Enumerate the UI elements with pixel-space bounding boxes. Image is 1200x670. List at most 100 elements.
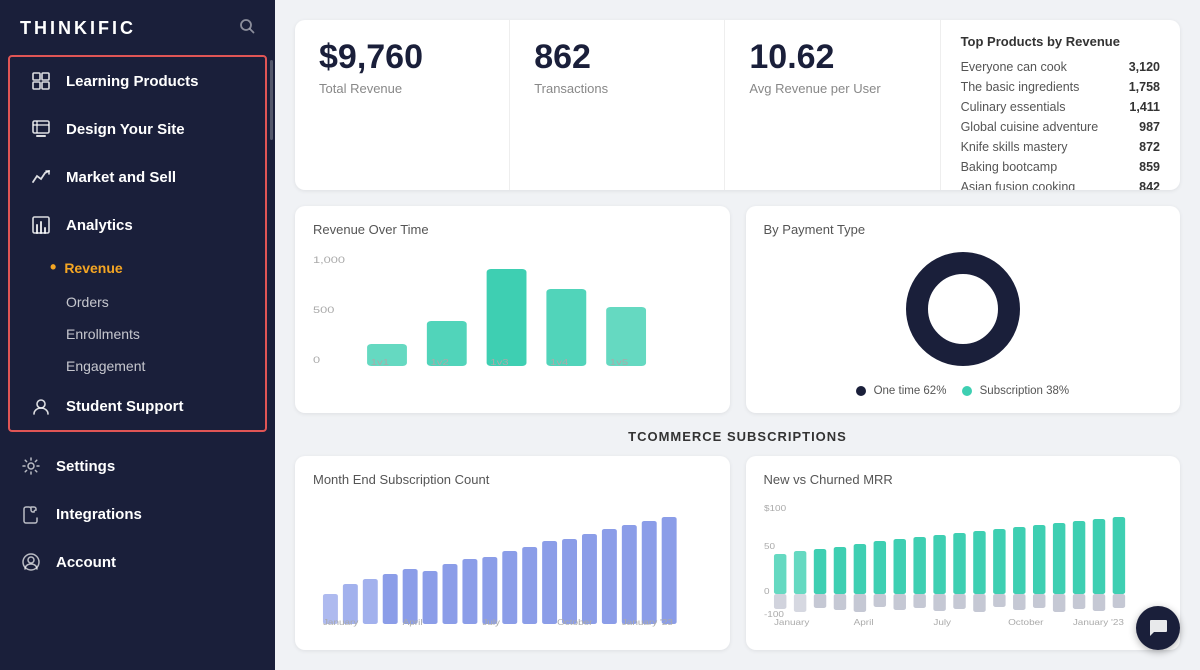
product-value: 987 — [1139, 120, 1160, 134]
product-list: Everyone can cook 3,120 The basic ingredie… — [961, 57, 1160, 190]
payment-type-title: By Payment Type — [764, 222, 1163, 237]
design-icon — [30, 118, 52, 140]
stats-row: $9,760 Total Revenue 862 Transactions 10… — [295, 20, 1180, 190]
revenue-bar-chart: 1,000 500 0 1v1 1v2 1v3 1v4 1v5 — [313, 249, 712, 369]
svg-text:0: 0 — [764, 587, 770, 596]
sidebar-item-label: Student Support — [66, 398, 183, 415]
product-row: Culinary essentials 1,411 — [961, 97, 1160, 117]
avg-revenue-label: Avg Revenue per User — [749, 81, 915, 96]
transactions-label: Transactions — [534, 81, 700, 96]
product-name: Knife skills mastery — [961, 140, 1068, 154]
charts-row-1: Revenue Over Time 1,000 500 0 1v1 1v2 — [295, 206, 1180, 413]
selected-nav-section: Learning Products Design Your Site — [8, 55, 267, 432]
sidebar-item-label: Analytics — [66, 217, 133, 234]
product-row: Everyone can cook 3,120 — [961, 57, 1160, 77]
main-content: $9,760 Total Revenue 862 Transactions 10… — [275, 0, 1200, 670]
revenue-over-time-card: Revenue Over Time 1,000 500 0 1v1 1v2 — [295, 206, 730, 413]
sub-item-label: Enrollments — [66, 326, 140, 342]
total-revenue-label: Total Revenue — [319, 81, 485, 96]
svg-text:1v4: 1v4 — [550, 358, 569, 367]
sidebar-item-design-your-site[interactable]: Design Your Site — [10, 105, 265, 153]
svg-text:January: January — [773, 618, 809, 627]
product-row: The basic ingredients 1,758 — [961, 77, 1160, 97]
puzzle-icon — [20, 503, 42, 525]
sidebar-item-label: Account — [56, 554, 116, 571]
sidebar-nav: Learning Products Design Your Site — [0, 51, 275, 670]
product-name: The basic ingredients — [961, 80, 1080, 94]
sidebar-item-label: Integrations — [56, 506, 142, 523]
product-name: Baking bootcamp — [961, 160, 1058, 174]
svg-text:April: April — [403, 618, 423, 627]
sub-item-label: Revenue — [64, 260, 122, 276]
transactions-value: 862 — [534, 38, 700, 77]
sidebar-item-account[interactable]: Account — [0, 538, 275, 586]
donut-chart: One time 62% Subscription 38% — [764, 249, 1163, 397]
tcommerce-title: TCOMMERCE SUBSCRIPTIONS — [295, 429, 1180, 444]
top-products-panel: Top Products by Revenue Everyone can coo… — [941, 20, 1180, 190]
svg-text:1v5: 1v5 — [610, 358, 629, 367]
sidebar: THINKIFIC Learning Prod — [0, 0, 275, 670]
mrr-title: New vs Churned MRR — [764, 472, 1163, 487]
product-name: Culinary essentials — [961, 100, 1066, 114]
product-value: 872 — [1139, 140, 1160, 154]
svg-text:April: April — [853, 618, 873, 627]
learning-products-icon — [30, 70, 52, 92]
sidebar-item-label: Market and Sell — [66, 169, 176, 186]
user-circle-icon — [20, 551, 42, 573]
total-revenue-value: $9,760 — [319, 38, 485, 77]
sidebar-subitem-engagement[interactable]: Engagement — [10, 350, 265, 382]
svg-text:50: 50 — [764, 542, 775, 551]
sidebar-subitem-revenue[interactable]: Revenue — [10, 249, 265, 286]
logo: THINKIFIC — [0, 0, 275, 51]
tcommerce-section: TCOMMERCE SUBSCRIPTIONS Month End Subscr… — [295, 429, 1180, 650]
product-value: 3,120 — [1129, 60, 1160, 74]
search-icon[interactable] — [239, 18, 255, 39]
revenue-over-time-title: Revenue Over Time — [313, 222, 712, 237]
sidebar-item-market-and-sell[interactable]: Market and Sell — [10, 153, 265, 201]
sidebar-item-learning-products[interactable]: Learning Products — [10, 57, 265, 105]
product-row: Global cuisine adventure 987 — [961, 117, 1160, 137]
chat-button[interactable] — [1136, 606, 1180, 650]
support-icon — [30, 395, 52, 417]
svg-text:January '23: January '23 — [1072, 618, 1123, 627]
product-value: 859 — [1139, 160, 1160, 174]
sidebar-subitem-orders[interactable]: Orders — [10, 286, 265, 318]
product-row: Baking bootcamp 859 — [961, 157, 1160, 177]
product-value: 1,411 — [1129, 100, 1160, 114]
one-time-legend: One time 62% — [856, 385, 946, 397]
top-products-title: Top Products by Revenue — [961, 34, 1160, 49]
legend-label: Subscription 38% — [980, 385, 1070, 397]
svg-text:1,000: 1,000 — [313, 256, 345, 266]
sub-item-label: Orders — [66, 294, 109, 310]
svg-text:July: July — [482, 618, 500, 627]
legend-label: One time 62% — [874, 385, 947, 397]
product-row: Knife skills mastery 872 — [961, 137, 1160, 157]
sidebar-item-student-support[interactable]: Student Support — [10, 382, 265, 430]
svg-text:0: 0 — [313, 356, 320, 366]
svg-text:500: 500 — [313, 306, 334, 316]
product-value: 842 — [1139, 180, 1160, 190]
product-row: Asian fusion cooking 842 — [961, 177, 1160, 190]
tcommerce-charts: Month End Subscription Count — [295, 456, 1180, 650]
svg-text:1v3: 1v3 — [490, 358, 509, 367]
sidebar-item-integrations[interactable]: Integrations — [0, 490, 275, 538]
svg-text:October: October — [1008, 618, 1043, 627]
product-name: Everyone can cook — [961, 60, 1067, 74]
svg-text:January: January — [323, 618, 359, 627]
product-value: 1,758 — [1129, 80, 1160, 94]
sidebar-item-settings[interactable]: Settings — [0, 442, 275, 490]
payment-type-card: By Payment Type One time 62% Subscripti — [746, 206, 1181, 413]
svg-text:January '23: January '23 — [622, 618, 673, 627]
sidebar-subitem-enrollments[interactable]: Enrollments — [10, 318, 265, 350]
svg-text:1v2: 1v2 — [430, 358, 448, 367]
payment-legend: One time 62% Subscription 38% — [856, 385, 1069, 397]
sidebar-item-label: Settings — [56, 458, 115, 475]
svg-text:1v1: 1v1 — [371, 358, 389, 367]
sidebar-item-analytics[interactable]: Analytics — [10, 201, 265, 249]
product-name: Global cuisine adventure — [961, 120, 1099, 134]
product-name: Asian fusion cooking — [961, 180, 1076, 190]
subscription-count-title: Month End Subscription Count — [313, 472, 712, 487]
gear-icon — [20, 455, 42, 477]
logo-text: THINKIFIC — [20, 18, 136, 39]
total-revenue-block: $9,760 Total Revenue — [295, 20, 510, 190]
